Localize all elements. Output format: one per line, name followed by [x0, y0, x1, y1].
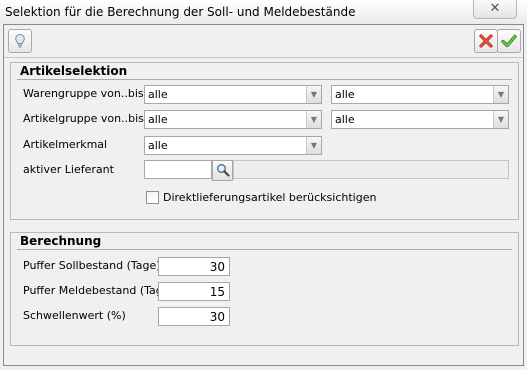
group-divider [17, 79, 512, 80]
artikelgruppe-from-select[interactable]: alle ▼ [144, 110, 322, 129]
lieferant-input[interactable] [144, 160, 212, 179]
title-bar: Selektion für die Berechnung der Soll- u… [0, 0, 527, 24]
artikelselektion-title: Artikelselektion [20, 64, 128, 78]
direktlieferung-checkbox[interactable] [146, 191, 159, 204]
window-title: Selektion für die Berechnung der Soll- u… [5, 5, 356, 19]
window-close-button[interactable]: ✕ [473, 0, 517, 19]
puffer-soll-label: Puffer Sollbestand (Tage) [23, 259, 161, 272]
artikelselektion-group: Artikelselektion Warengruppe von..bis al… [10, 62, 519, 220]
lieferant-name-display [233, 160, 509, 179]
dialog-client-area: Artikelselektion Warengruppe von..bis al… [3, 24, 524, 366]
red-x-icon [479, 34, 493, 48]
berechnung-group: Berechnung Puffer Sollbestand (Tage) 30 … [10, 232, 519, 346]
lieferant-label: aktiver Lieferant [23, 163, 114, 176]
artikelmerkmal-select[interactable]: alle ▼ [144, 136, 322, 155]
warengruppe-to-select[interactable]: alle ▼ [331, 85, 509, 104]
puffer-melde-value: 15 [209, 285, 225, 299]
chevron-down-icon[interactable]: ▼ [306, 111, 321, 128]
ok-button[interactable] [497, 29, 521, 53]
artikelgruppe-to-select[interactable]: alle ▼ [331, 110, 509, 129]
close-icon: ✕ [489, 1, 501, 16]
direktlieferung-label: Direktlieferungsartikel berücksichtigen [163, 191, 377, 204]
green-check-icon [501, 34, 517, 48]
artikelmerkmal-label: Artikelmerkmal [23, 138, 108, 151]
chevron-down-icon[interactable]: ▼ [306, 137, 321, 154]
puffer-melde-label: Puffer Meldebestand (Tage) [23, 284, 174, 297]
chevron-down-icon[interactable]: ▼ [306, 86, 321, 103]
toolbar [4, 25, 523, 58]
lightbulb-icon [15, 33, 25, 48]
chevron-down-icon[interactable]: ▼ [493, 86, 508, 103]
warengruppe-from-value: alle [148, 88, 168, 101]
puffer-melde-input[interactable]: 15 [158, 282, 230, 301]
artikelgruppe-label: Artikelgruppe von..bis [23, 112, 144, 125]
schwellenwert-value: 30 [209, 310, 225, 324]
berechnung-title: Berechnung [20, 234, 102, 248]
artikelmerkmal-value: alle [148, 139, 168, 152]
warengruppe-label: Warengruppe von..bis [23, 87, 144, 100]
artikelgruppe-from-value: alle [148, 113, 168, 126]
schwellenwert-label: Schwellenwert (%) [23, 309, 126, 322]
group-divider [17, 249, 512, 250]
warengruppe-from-select[interactable]: alle ▼ [144, 85, 322, 104]
puffer-soll-input[interactable]: 30 [158, 257, 230, 276]
lieferant-search-button[interactable] [212, 160, 233, 181]
chevron-down-icon[interactable]: ▼ [493, 111, 508, 128]
search-icon [217, 164, 230, 177]
puffer-soll-value: 30 [209, 260, 225, 274]
hint-button[interactable] [8, 29, 32, 53]
cancel-button[interactable] [474, 29, 498, 53]
artikelgruppe-to-value: alle [335, 113, 355, 126]
schwellenwert-input[interactable]: 30 [158, 307, 230, 326]
warengruppe-to-value: alle [335, 88, 355, 101]
